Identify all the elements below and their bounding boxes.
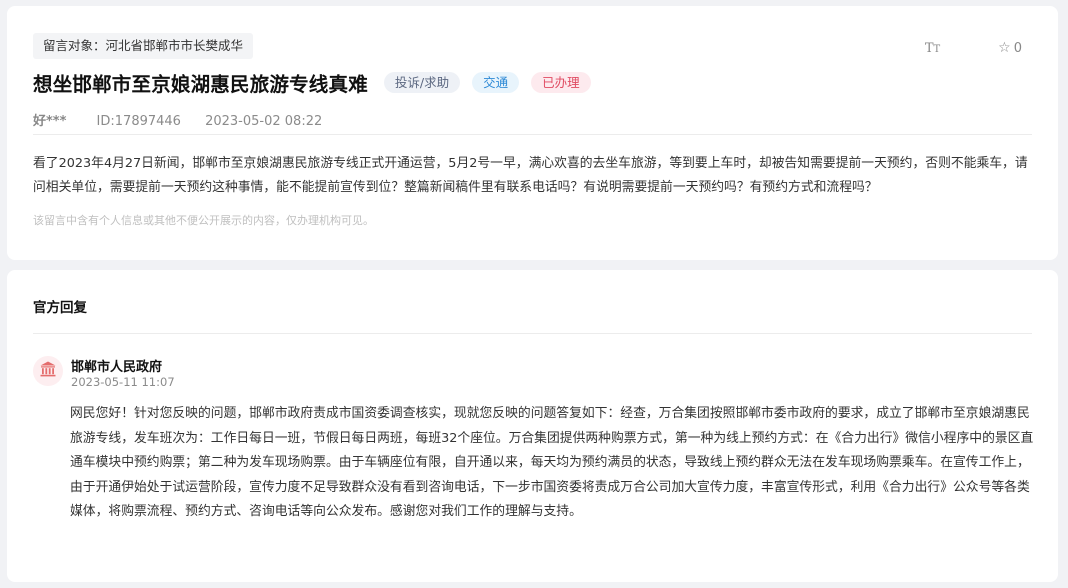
reply-divider bbox=[33, 333, 1032, 334]
message-tools: TT ☆ 0 bbox=[925, 40, 1022, 56]
reply-body: 网民您好！针对您反映的问题，邯郸市政府责成市国资委调查核实，现就您反映的问题答复… bbox=[70, 406, 1034, 519]
star-icon: ☆ bbox=[998, 40, 1011, 56]
font-size-icon: TT bbox=[924, 40, 941, 56]
message-target-label: 留言对象： bbox=[43, 38, 106, 53]
message-body: 看了2023年4月27日新闻，邯郸市至京娘湖惠民旅游专线正式开通运营，5月2号一… bbox=[33, 156, 1028, 195]
message-datetime: 2023-05-02 08:22 bbox=[205, 114, 323, 129]
title-row: 想坐邯郸市至京娘湖惠民旅游专线真难 投诉/求助 交通 已办理 bbox=[33, 68, 591, 97]
message-meta: 好*** ID:17897446 2023-05-02 08:22 bbox=[33, 110, 342, 129]
privacy-notice: 该留言中含有个人信息或其他不便公开展示的内容，仅办理机构可见。 bbox=[33, 214, 374, 227]
topic-tag: 交通 bbox=[472, 72, 520, 93]
category-tag: 投诉/求助 bbox=[383, 72, 461, 93]
favorite-button[interactable]: ☆ 0 bbox=[998, 40, 1022, 56]
message-card: 留言对象：河北省邯郸市市长樊成华 TT ☆ 0 想坐邯郸市至京娘湖惠民旅游专线真… bbox=[7, 6, 1058, 260]
reply-datetime: 2023-05-11 11:07 bbox=[71, 375, 175, 389]
font-size-button[interactable]: TT bbox=[925, 41, 940, 56]
message-id: ID:17897446 bbox=[96, 114, 181, 129]
reply-org-name: 邯郸市人民政府 bbox=[71, 360, 163, 375]
org-avatar bbox=[33, 356, 63, 386]
government-building-icon bbox=[39, 360, 57, 382]
message-target-name: 河北省邯郸市市长樊成华 bbox=[105, 38, 244, 53]
message-divider bbox=[33, 134, 1032, 135]
message-title: 想坐邯郸市至京娘湖惠民旅游专线真难 bbox=[33, 73, 368, 96]
message-author: 好*** bbox=[33, 114, 67, 129]
message-target: 留言对象：河北省邯郸市市长樊成华 bbox=[33, 33, 254, 59]
reply-card: 官方回复 邯郸市人民政府 2023-05-11 11:07 网民您好！针对您反映… bbox=[7, 270, 1058, 582]
reply-heading: 官方回复 bbox=[33, 300, 87, 316]
status-badge: 已办理 bbox=[531, 72, 591, 93]
favorite-count: 0 bbox=[1013, 40, 1022, 56]
